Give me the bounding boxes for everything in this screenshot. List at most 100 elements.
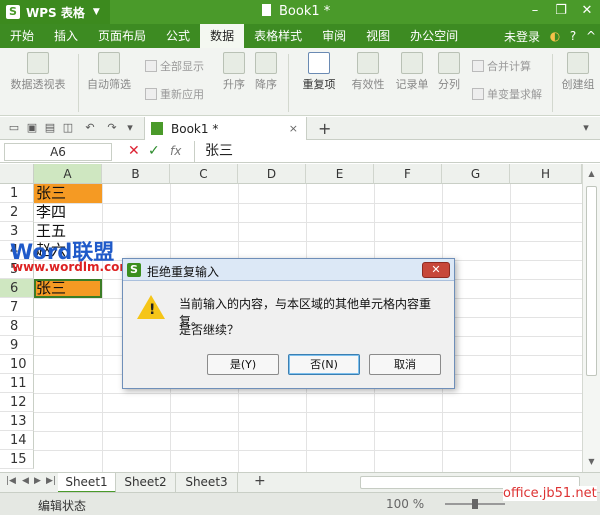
enter-icon[interactable]: ✓ (148, 143, 160, 159)
print-preview-icon[interactable]: ◫ (62, 122, 74, 134)
menu-page-layout[interactable]: 页面布局 (88, 24, 156, 48)
row-header[interactable]: 10 (0, 355, 34, 374)
name-box[interactable]: A6 (4, 143, 112, 161)
split-column-button[interactable]: 分列 (434, 52, 464, 92)
skin-icon[interactable]: ◐ (546, 29, 564, 43)
dialog-title: 拒绝重复输入 (147, 265, 220, 279)
yes-button[interactable]: 是(Y) (207, 354, 279, 375)
first-sheet-icon[interactable]: |◀ (6, 476, 16, 486)
row-header[interactable]: 7 (0, 298, 34, 317)
cancel-button[interactable]: 取消 (369, 354, 441, 375)
zoom-slider-knob[interactable] (472, 499, 478, 509)
sheet-tab-2[interactable]: Sheet2 (116, 473, 176, 493)
dialog-close-button[interactable]: ✕ (422, 262, 450, 278)
reapply-button[interactable]: 重新应用 (145, 86, 204, 102)
column-header[interactable]: A (34, 164, 102, 184)
undo-icon[interactable]: ↶ (84, 122, 96, 134)
new-tab-button[interactable]: + (318, 119, 331, 138)
help-icon[interactable]: ? (564, 29, 582, 43)
vertical-scrollbar[interactable]: ▲ ▼ (582, 164, 600, 472)
row-header[interactable]: 11 (0, 374, 34, 393)
sheet-tab-3[interactable]: Sheet3 (176, 473, 238, 493)
print-icon[interactable]: ▤ (44, 122, 56, 134)
cancel-icon[interactable]: ✕ (128, 143, 140, 159)
app-menu-button[interactable]: S WPS 表格 ▼ (0, 0, 110, 24)
wps-logo-icon: S (6, 5, 20, 19)
row-header[interactable]: 15 (0, 450, 34, 469)
formula-bar: A6 ✕ ✓ fx 张三 (0, 141, 600, 163)
validity-button[interactable]: 有效性 (348, 52, 388, 92)
minimize-icon[interactable]: – (522, 0, 548, 24)
insert-function-icon[interactable]: fx (170, 144, 181, 158)
collapse-ribbon-icon[interactable]: ^ (582, 29, 600, 43)
menu-review[interactable]: 审阅 (312, 24, 356, 48)
row-header[interactable]: 2 (0, 203, 34, 222)
autofilter-button[interactable]: 自动筛选 (84, 52, 134, 92)
scroll-up-icon[interactable]: ▲ (583, 166, 600, 182)
zoom-level[interactable]: 100 % (386, 497, 424, 511)
show-all-button[interactable]: 全部显示 (145, 58, 204, 74)
sheet-tab-1[interactable]: Sheet1 (58, 473, 116, 493)
add-sheet-button[interactable]: + (254, 473, 266, 489)
redo-icon[interactable]: ↷ (106, 122, 118, 134)
menu-office-space[interactable]: 办公空间 (400, 24, 468, 48)
save-icon[interactable]: ▣ (26, 122, 38, 134)
row-header[interactable]: 14 (0, 431, 34, 450)
menu-data[interactable]: 数据 (200, 24, 245, 48)
create-group-button[interactable]: 创建组 (558, 52, 598, 92)
warning-mark: ! (149, 302, 156, 318)
sort-descending-label: 降序 (255, 78, 277, 91)
row-header[interactable]: 8 (0, 317, 34, 336)
column-header[interactable]: C (170, 164, 238, 184)
sort-ascending-button[interactable]: 升序 (218, 52, 250, 92)
select-all-corner[interactable] (0, 164, 34, 184)
goal-seek-button[interactable]: 单变量求解 (472, 86, 542, 102)
menu-bar: 开始 插入 页面布局 公式 数据 表格样式 审阅 视图 办公空间 未登录 ◐ ?… (0, 24, 600, 48)
maximize-icon[interactable]: ❐ (548, 0, 574, 24)
last-sheet-icon[interactable]: ▶| (46, 476, 56, 486)
column-header[interactable]: B (102, 164, 170, 184)
menu-table-style[interactable]: 表格样式 (244, 24, 312, 48)
cell-a2[interactable]: 李四 (34, 203, 102, 222)
column-header[interactable]: G (442, 164, 510, 184)
close-icon[interactable]: ✕ (574, 0, 600, 24)
column-header[interactable]: E (306, 164, 374, 184)
sort-descending-button[interactable]: 降序 (250, 52, 282, 92)
column-header[interactable]: D (238, 164, 306, 184)
row-header[interactable]: 1 (0, 184, 34, 203)
pivot-table-button[interactable]: 数据透视表 (6, 52, 70, 92)
prev-sheet-icon[interactable]: ◀ (22, 476, 29, 486)
chevron-down-icon[interactable]: ▾ (124, 122, 136, 134)
next-sheet-icon[interactable]: ▶ (34, 476, 41, 486)
record-form-button[interactable]: 记录单 (392, 52, 432, 92)
no-button[interactable]: 否(N) (288, 354, 360, 375)
scroll-thumb[interactable] (586, 186, 597, 376)
cell-a6[interactable]: 张三 (34, 279, 102, 298)
row-header[interactable]: 12 (0, 393, 34, 412)
cell-a1[interactable]: 张三 (34, 184, 102, 203)
new-file-icon[interactable]: ▭ (8, 122, 20, 134)
pivot-table-icon (27, 52, 49, 74)
scroll-down-icon[interactable]: ▼ (583, 454, 600, 470)
close-tab-icon[interactable]: × (289, 122, 298, 135)
ribbon-divider (288, 54, 289, 112)
column-header[interactable]: F (374, 164, 442, 184)
document-tab[interactable]: Book1 * × (144, 117, 307, 140)
row-header[interactable]: 6 (0, 279, 34, 298)
menu-insert[interactable]: 插入 (44, 24, 88, 48)
merge-calc-icon (472, 60, 484, 72)
login-link[interactable]: 未登录 (498, 28, 546, 45)
tab-list-icon[interactable]: ▾ (580, 122, 592, 134)
merge-calc-button[interactable]: 合并计算 (472, 58, 531, 74)
menu-formulas[interactable]: 公式 (156, 24, 200, 48)
duplicates-button[interactable]: 重复项 (294, 52, 344, 92)
pivot-table-label: 数据透视表 (10, 78, 66, 91)
record-form-icon (401, 52, 423, 74)
menu-home[interactable]: 开始 (0, 24, 44, 48)
formula-input[interactable]: 张三 (194, 141, 594, 162)
row-header[interactable]: 9 (0, 336, 34, 355)
zoom-slider[interactable] (445, 499, 505, 509)
row-header[interactable]: 13 (0, 412, 34, 431)
menu-view[interactable]: 视图 (356, 24, 400, 48)
column-header[interactable]: H (510, 164, 582, 184)
